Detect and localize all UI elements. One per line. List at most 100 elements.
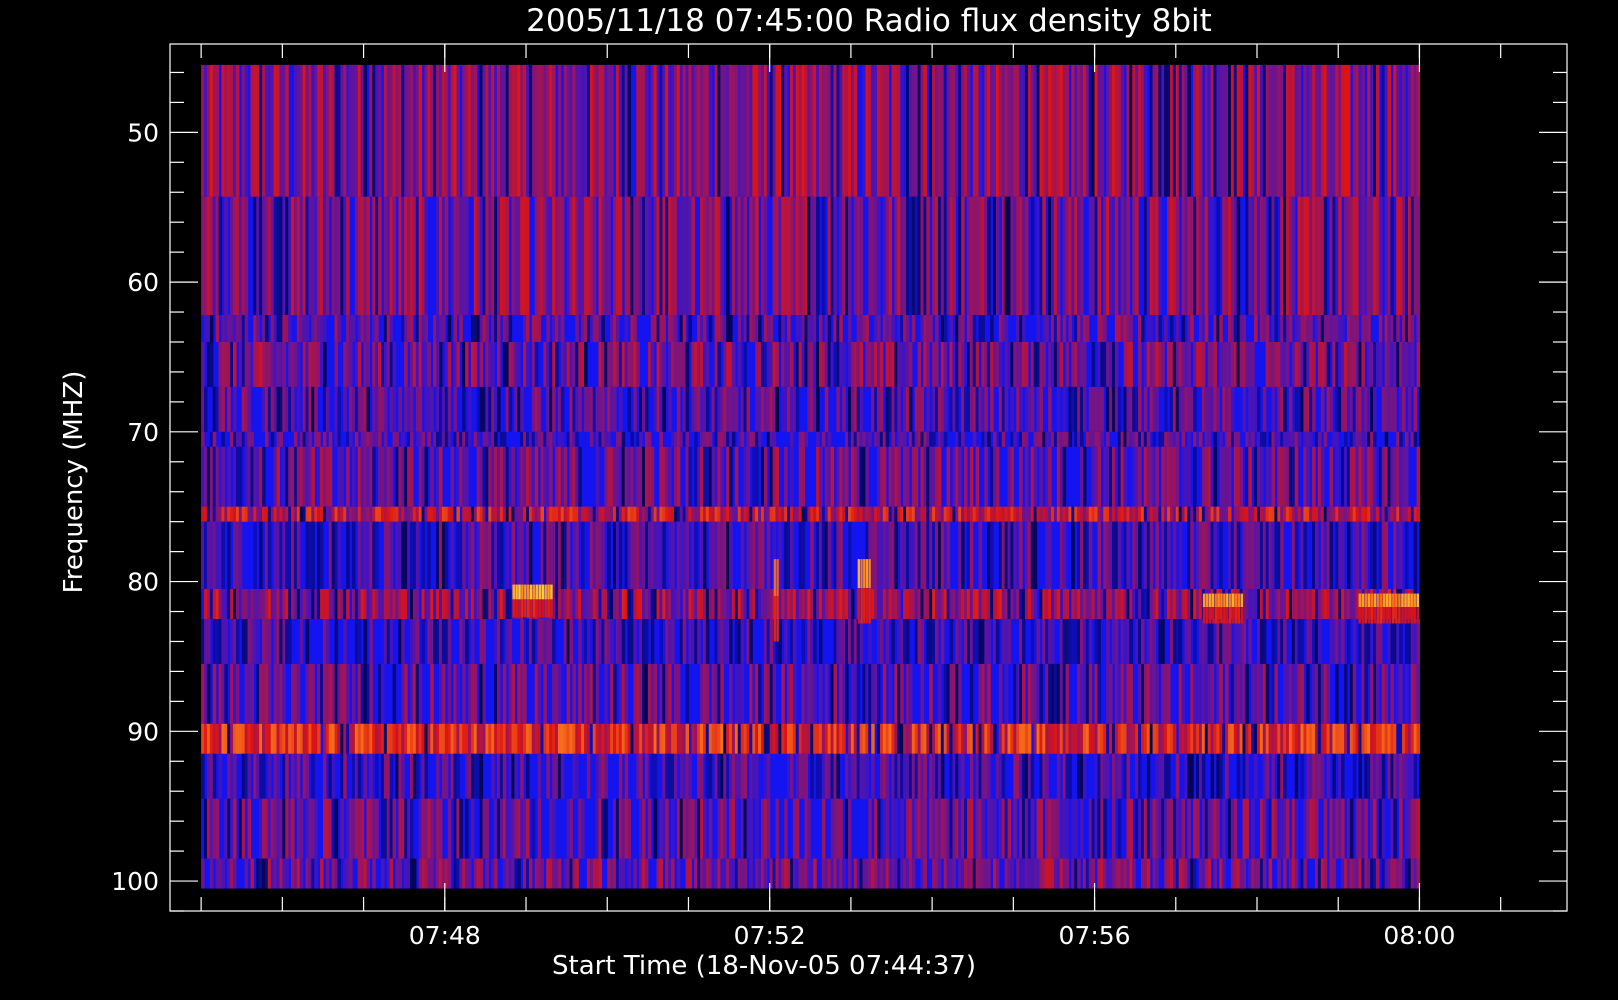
heatmap-cell <box>937 663 942 724</box>
heatmap-cell <box>644 64 649 197</box>
heatmap-cell <box>702 521 707 590</box>
heatmap-cell <box>589 431 594 447</box>
heatmap-cell <box>740 663 745 724</box>
heatmap-cell <box>729 521 733 590</box>
heatmap-cell <box>1155 521 1159 590</box>
heatmap-cell <box>331 753 336 799</box>
heatmap-cell <box>743 196 748 316</box>
heatmap-cell <box>389 619 394 664</box>
heatmap-cell <box>920 663 925 724</box>
heatmap-cell <box>1326 663 1331 724</box>
heatmap-cell <box>1384 431 1389 447</box>
heatmap-cell <box>497 341 501 387</box>
heatmap-cell <box>325 386 330 432</box>
heatmap-cell <box>1138 446 1142 507</box>
heatmap-cell <box>569 619 574 664</box>
heatmap-cell <box>914 446 919 507</box>
heatmap-cell <box>322 431 327 447</box>
heatmap-cell <box>320 858 324 889</box>
heatmap-cell <box>607 521 611 590</box>
heatmap-cell <box>1309 431 1313 447</box>
heatmap-cell <box>671 798 675 859</box>
heatmap-cell <box>1181 315 1186 342</box>
heatmap-cell <box>392 196 397 316</box>
heatmap-cell <box>998 341 1003 387</box>
heatmap-cell <box>502 663 507 724</box>
heatmap-cell <box>1265 663 1270 724</box>
heatmap-cell <box>987 663 991 724</box>
heatmap-cell <box>943 386 948 432</box>
heatmap-cell <box>360 798 365 859</box>
heatmap-cell <box>1010 386 1014 432</box>
heatmap-cell <box>964 446 968 507</box>
heatmap-cell <box>1152 619 1157 664</box>
heatmap-cell <box>534 446 539 507</box>
heatmap-cell <box>1236 753 1241 799</box>
heatmap-cell <box>247 753 252 799</box>
heatmap-cell <box>314 386 318 432</box>
heatmap-cell <box>1190 315 1194 342</box>
heatmap-cell <box>1236 431 1241 447</box>
heatmap-cell <box>1216 386 1220 432</box>
heatmap-cell <box>882 446 887 507</box>
heatmap-cell <box>459 315 463 342</box>
heatmap-cell <box>421 521 426 590</box>
heatmap-cell <box>343 386 347 432</box>
heatmap-cell <box>1271 446 1276 507</box>
heatmap-cell <box>1373 386 1377 432</box>
heatmap-cell <box>1027 723 1032 754</box>
heatmap-cell <box>1355 315 1360 342</box>
heatmap-cell <box>1193 446 1197 507</box>
heatmap-cell <box>935 341 939 387</box>
heatmap-cell <box>920 386 925 432</box>
heatmap-cell <box>981 315 985 342</box>
heatmap-cell <box>624 753 629 799</box>
heatmap-cell <box>598 858 603 889</box>
heatmap-cell <box>462 663 466 724</box>
heatmap-cell <box>250 663 254 724</box>
heatmap-cell <box>949 315 954 342</box>
heatmap-cell <box>865 446 869 507</box>
heatmap-cell <box>201 341 205 387</box>
heatmap-cell <box>328 446 333 507</box>
heatmap-cell <box>465 619 469 664</box>
heatmap-cell <box>424 446 428 507</box>
heatmap-cell <box>676 386 681 432</box>
heatmap-cell <box>990 521 994 590</box>
heatmap-cell <box>285 858 289 889</box>
heatmap-cell <box>891 315 896 342</box>
heatmap-cell <box>607 431 611 447</box>
heatmap-cell <box>1175 753 1180 799</box>
heatmap-cell <box>456 341 460 387</box>
heatmap-cell <box>1149 315 1154 342</box>
heatmap-cell <box>601 315 605 342</box>
heatmap-cell <box>456 753 460 799</box>
heatmap-cell <box>1129 798 1133 859</box>
heatmap-cell <box>729 619 733 664</box>
heatmap-cell <box>1373 798 1377 859</box>
heatmap-cell <box>702 798 707 859</box>
heatmap-cell <box>1140 315 1145 342</box>
heatmap-cell <box>1143 386 1148 432</box>
heatmap-cell <box>604 753 608 799</box>
heatmap-cell <box>1344 663 1348 724</box>
heatmap-cell <box>1187 64 1191 197</box>
heatmap-cell <box>807 798 811 859</box>
heatmap-cell <box>244 858 249 889</box>
heatmap-cell <box>1059 341 1064 387</box>
heatmap-cell <box>1294 446 1299 507</box>
heatmap-cell <box>630 431 634 447</box>
heatmap-cell <box>354 431 359 447</box>
heatmap-cell <box>1172 521 1177 590</box>
heatmap-cell <box>743 753 748 799</box>
heatmap-cell <box>801 619 806 664</box>
heatmap-cell <box>218 753 223 799</box>
heatmap-cell <box>1399 431 1403 447</box>
heatmap-cell <box>351 521 356 590</box>
heatmap-cell <box>346 663 350 724</box>
heatmap-cell <box>621 431 626 447</box>
heatmap-cell <box>1068 315 1072 342</box>
heatmap-cell <box>447 341 452 387</box>
heatmap-cell <box>1158 196 1162 316</box>
heatmap-cell <box>1262 196 1267 316</box>
